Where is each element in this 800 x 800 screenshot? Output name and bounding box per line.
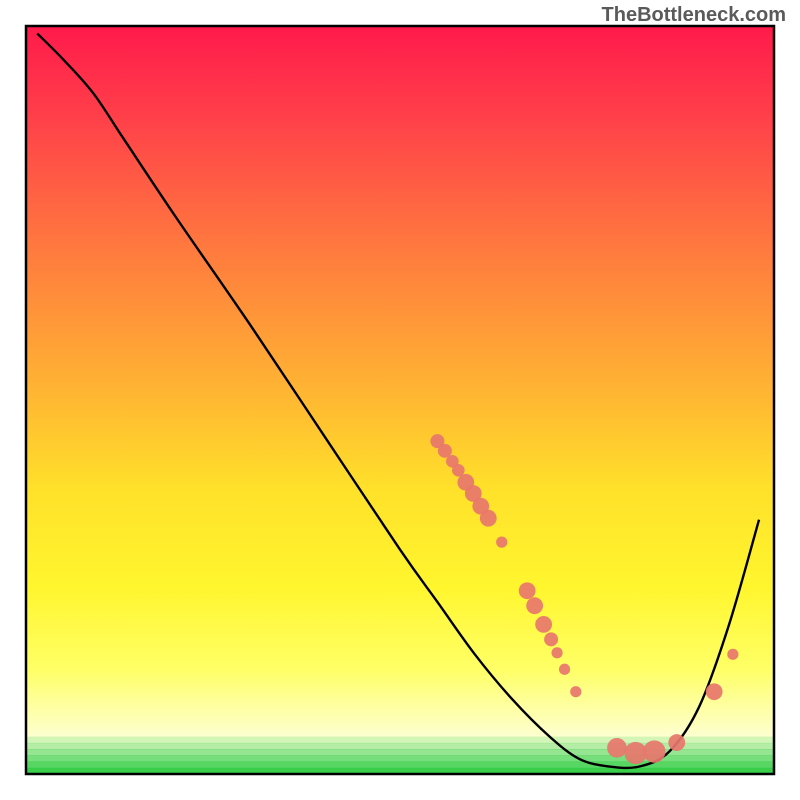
plot-area bbox=[26, 26, 774, 775]
curve-marker bbox=[668, 734, 685, 751]
curve-marker bbox=[551, 647, 562, 658]
curve-marker bbox=[526, 597, 543, 614]
bottleneck-chart bbox=[0, 0, 800, 800]
watermark-text: TheBottleneck.com bbox=[602, 4, 786, 27]
curve-marker bbox=[544, 632, 558, 646]
curve-marker bbox=[570, 686, 581, 697]
curve-marker bbox=[607, 738, 627, 758]
curve-marker bbox=[480, 510, 497, 527]
curve-marker bbox=[519, 582, 536, 599]
curve-marker bbox=[727, 649, 738, 660]
curve-marker bbox=[643, 740, 665, 762]
chart-container: TheBottleneck.com bbox=[0, 0, 800, 800]
curve-marker bbox=[535, 616, 552, 633]
curve-marker bbox=[496, 537, 507, 548]
curve-marker bbox=[559, 664, 570, 675]
curve-marker bbox=[706, 683, 723, 700]
gradient-background bbox=[26, 26, 774, 774]
